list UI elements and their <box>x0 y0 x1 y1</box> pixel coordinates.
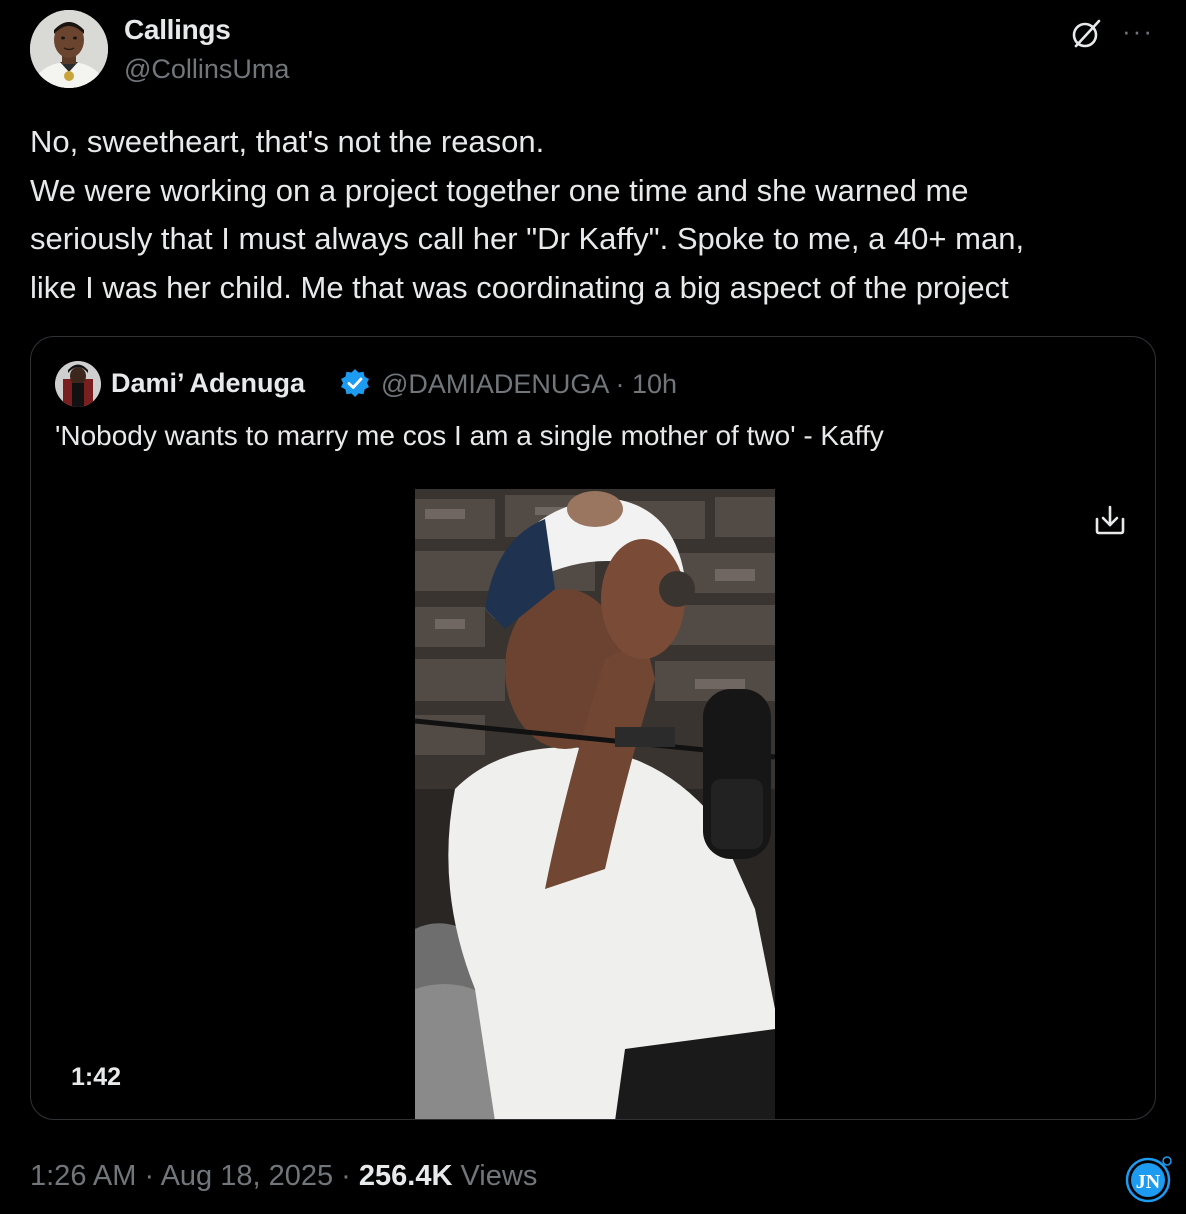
verified-badge-glyph <box>341 369 369 397</box>
quoted-author-avatar-image <box>55 361 101 407</box>
quoted-author-avatar[interactable] <box>55 361 101 407</box>
author-handle[interactable]: @CollinsUma <box>124 54 289 85</box>
more-icon[interactable]: ··· <box>1122 18 1162 48</box>
quoted-tweet-meta: @DAMIADENUGA · 10h <box>381 369 677 400</box>
verified-badge-icon <box>339 367 371 399</box>
download-icon[interactable] <box>1093 503 1127 537</box>
tweet-text: No, sweetheart, that's not the reason. W… <box>30 118 1160 312</box>
views-count[interactable]: 256.4K <box>359 1160 453 1192</box>
tweet-text-line: We were working on a project together on… <box>30 172 969 208</box>
tweet-timestamp: 1:26 AM · Aug 18, 2025 · 256.4K Views <box>30 1160 537 1193</box>
footer-separator: · <box>136 1160 161 1192</box>
meta-separator: · <box>607 369 632 399</box>
quoted-tweet-text: 'Nobody wants to marry me cos I am a sin… <box>55 420 884 451</box>
tweet-text-line: No, sweetheart, that's not the reason. <box>30 124 545 159</box>
grok-icon[interactable] <box>1068 16 1104 52</box>
tweet-text-line: seriously that I must always call her "D… <box>30 221 1025 256</box>
quoted-tweet-card[interactable]: Dami’ Adenuga @DAMIADENUGA · 10h 'Nobody… <box>30 336 1156 1120</box>
video-duration: 1:42 <box>71 1063 122 1091</box>
author-avatar[interactable] <box>30 10 108 88</box>
quoted-author-name[interactable]: Dami’ Adenuga <box>111 368 305 399</box>
footer-separator: · <box>333 1160 359 1192</box>
watermark-text: JN <box>1136 1171 1161 1193</box>
tweet-text-line: like I was her child. Me that was coordi… <box>30 269 1009 305</box>
video-thumbnail <box>415 489 775 1119</box>
watermark-logo: JN <box>1124 1154 1174 1204</box>
video-player[interactable] <box>415 489 775 1119</box>
author-avatar-image <box>30 10 108 88</box>
quoted-author-handle[interactable]: @DAMIADENUGA <box>381 369 608 399</box>
tweet-time[interactable]: 1:26 AM <box>30 1160 136 1192</box>
grok-icon-glyph <box>1072 19 1101 48</box>
watermark-logo-glyph: JN <box>1125 1156 1172 1203</box>
download-icon-glyph <box>1095 505 1125 535</box>
quoted-tweet-time[interactable]: 10h <box>632 369 677 399</box>
views-label: Views <box>460 1160 538 1192</box>
tweet-date[interactable]: Aug 18, 2025 <box>161 1160 334 1192</box>
author-display-name[interactable]: Callings <box>124 14 231 46</box>
